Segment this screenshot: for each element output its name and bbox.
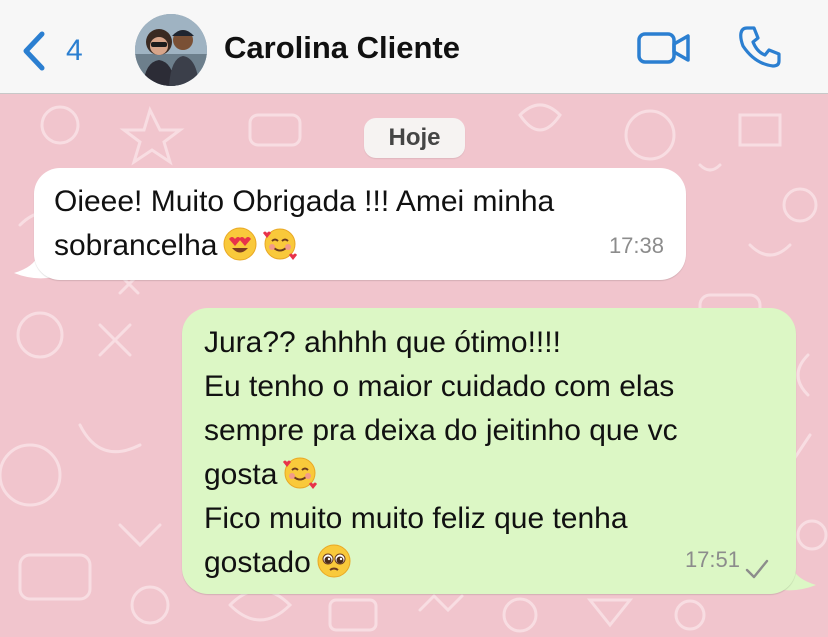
smiling-face-with-hearts-emoji [283, 457, 318, 489]
message-line: sobrancelha [54, 229, 218, 262]
avatar[interactable] [135, 14, 207, 86]
date-separator: Hoje [364, 118, 465, 158]
message-line: Jura?? ahhhh que ótimo!!!! [204, 326, 561, 359]
message-line: Fico muito muito feliz que tenha [204, 502, 628, 535]
message-text: Oieee! Muito Obrigada !!! Amei minha sobr… [54, 180, 666, 268]
message-time: 17:51 [684, 547, 740, 572]
voice-call-button[interactable] [737, 24, 783, 70]
sent-check-icon [745, 559, 769, 579]
message-line: gosta [204, 458, 278, 491]
video-call-button[interactable] [636, 26, 692, 70]
video-camera-icon [637, 32, 690, 64]
phone-icon [739, 26, 781, 68]
contact-name[interactable]: Carolina Cliente [224, 30, 460, 66]
avatar-photo [135, 14, 207, 86]
incoming-message[interactable]: Oieee! Muito Obrigada !!! Amei minha sobr… [34, 168, 686, 280]
message-line: Eu tenho o maior cuidado com elas [204, 370, 675, 403]
chevron-left-icon [23, 31, 45, 71]
message-time: 17:38 [608, 233, 664, 258]
message-line: gostado [204, 546, 311, 579]
chat-header: 4 Carolina Cliente [0, 0, 828, 94]
pleading-face-emoji [317, 544, 351, 578]
heart-eyes-emoji [223, 227, 257, 261]
message-line: Oieee! Muito Obrigada !!! Amei minha [54, 185, 555, 218]
outgoing-message[interactable]: Jura?? ahhhh que ótimo!!!! Eu tenho o mai… [182, 308, 796, 594]
back-button[interactable]: 4 [22, 28, 102, 74]
smiling-face-with-hearts-emoji [263, 228, 298, 260]
message-line: sempre pra deixa do jeitinho que vc [204, 414, 678, 447]
chat-area[interactable]: Hoje Oieee! Muito Obrigada !!! Amei minh… [0, 95, 828, 637]
unread-count: 4 [66, 34, 83, 67]
